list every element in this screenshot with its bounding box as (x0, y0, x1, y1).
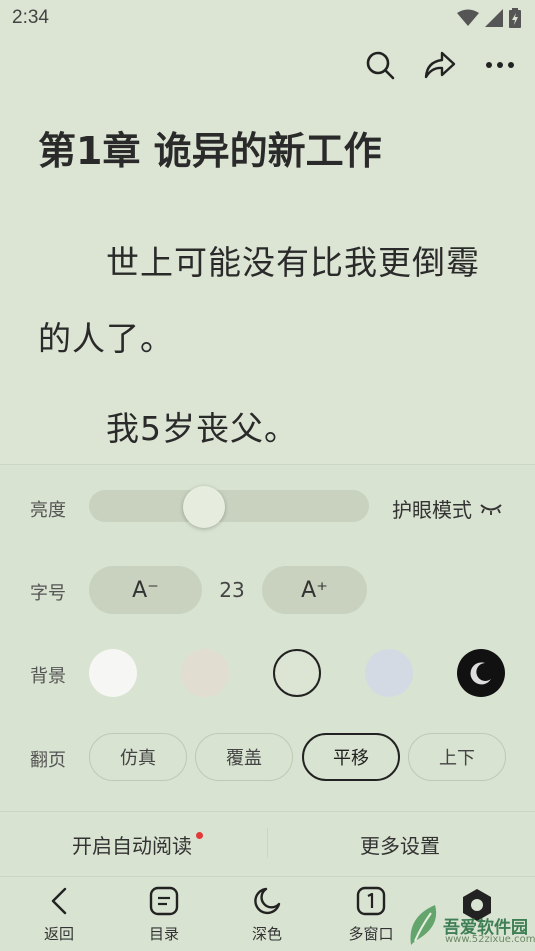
nav-dark[interactable]: 深色 (232, 885, 302, 944)
settings-panel (0, 464, 535, 951)
page-turn-label: 翻页 (30, 750, 66, 771)
background-white-swatch[interactable] (89, 649, 137, 697)
chapter-content: 世上可能没有比我更倒霉 的人了。 我5岁丧父。 (38, 225, 508, 467)
nav-multiwindow[interactable]: 多窗口 (336, 885, 406, 944)
paragraph-line: 的人了。 (38, 319, 174, 358)
font-increase-button[interactable]: A⁺ (262, 566, 367, 614)
chapter-title: 第1章 诡异的新工作 (38, 129, 382, 173)
nav-toc[interactable]: 目录 (129, 885, 199, 944)
watermark-logo: 吾爱软件园 www.52zixue.com (405, 889, 535, 949)
nav-back[interactable]: 返回 (24, 885, 94, 944)
background-label: 背景 (30, 666, 66, 687)
paragraph-line: 我5岁丧父。 (106, 409, 298, 448)
nav-back-label: 返回 (43, 925, 74, 943)
battery-icon (509, 8, 521, 28)
share-icon[interactable] (423, 48, 457, 82)
window-count-icon (356, 885, 386, 917)
watermark-url: www.52zixue.com (445, 934, 535, 945)
font-size-value: 23 (219, 578, 245, 602)
status-bar: 2:34 (0, 0, 535, 36)
toc-icon (149, 885, 179, 917)
more-icon[interactable] (483, 48, 517, 82)
notification-dot (196, 832, 203, 839)
divider (0, 811, 535, 812)
eye-mode-toggle[interactable]: 护眼模式 (392, 494, 502, 523)
status-icons (457, 8, 521, 28)
eye-mode-label: 护眼模式 (392, 498, 472, 522)
more-settings-button[interactable]: 更多设置 (360, 830, 440, 859)
divider (0, 876, 535, 877)
moon-icon (470, 662, 491, 685)
background-green-swatch[interactable] (273, 649, 321, 697)
search-icon[interactable] (363, 48, 397, 82)
eye-closed-icon (480, 503, 502, 515)
brightness-slider[interactable] (89, 490, 369, 522)
nav-toc-label: 目录 (148, 925, 179, 943)
background-blue-swatch[interactable] (365, 649, 413, 697)
moon-icon (252, 885, 282, 917)
brightness-slider-thumb[interactable] (183, 486, 225, 528)
signal-icon (485, 9, 503, 27)
divider (267, 828, 268, 858)
brightness-label: 亮度 (30, 500, 66, 521)
nav-multiwindow-label: 多窗口 (348, 925, 394, 943)
background-beige-swatch[interactable] (181, 649, 229, 697)
paragraph-line: 世上可能没有比我更倒霉 (106, 243, 480, 282)
page-mode-vertical[interactable]: 上下 (408, 733, 506, 781)
leaf-logo-icon (410, 905, 437, 945)
reader-top-actions (363, 48, 517, 82)
page-mode-simulation[interactable]: 仿真 (89, 733, 187, 781)
nav-dark-label: 深色 (251, 925, 282, 943)
chevron-left-icon (49, 885, 69, 917)
font-decrease-button[interactable]: A⁻ (89, 566, 202, 614)
page-mode-slide[interactable]: 平移 (302, 733, 400, 781)
wifi-icon (457, 9, 479, 26)
font-size-label: 字号 (30, 583, 66, 604)
auto-read-button[interactable]: 开启自动阅读 (72, 830, 192, 859)
status-time: 2:34 (12, 7, 49, 28)
page-mode-cover[interactable]: 覆盖 (195, 733, 293, 781)
background-dark-swatch[interactable] (457, 649, 505, 697)
